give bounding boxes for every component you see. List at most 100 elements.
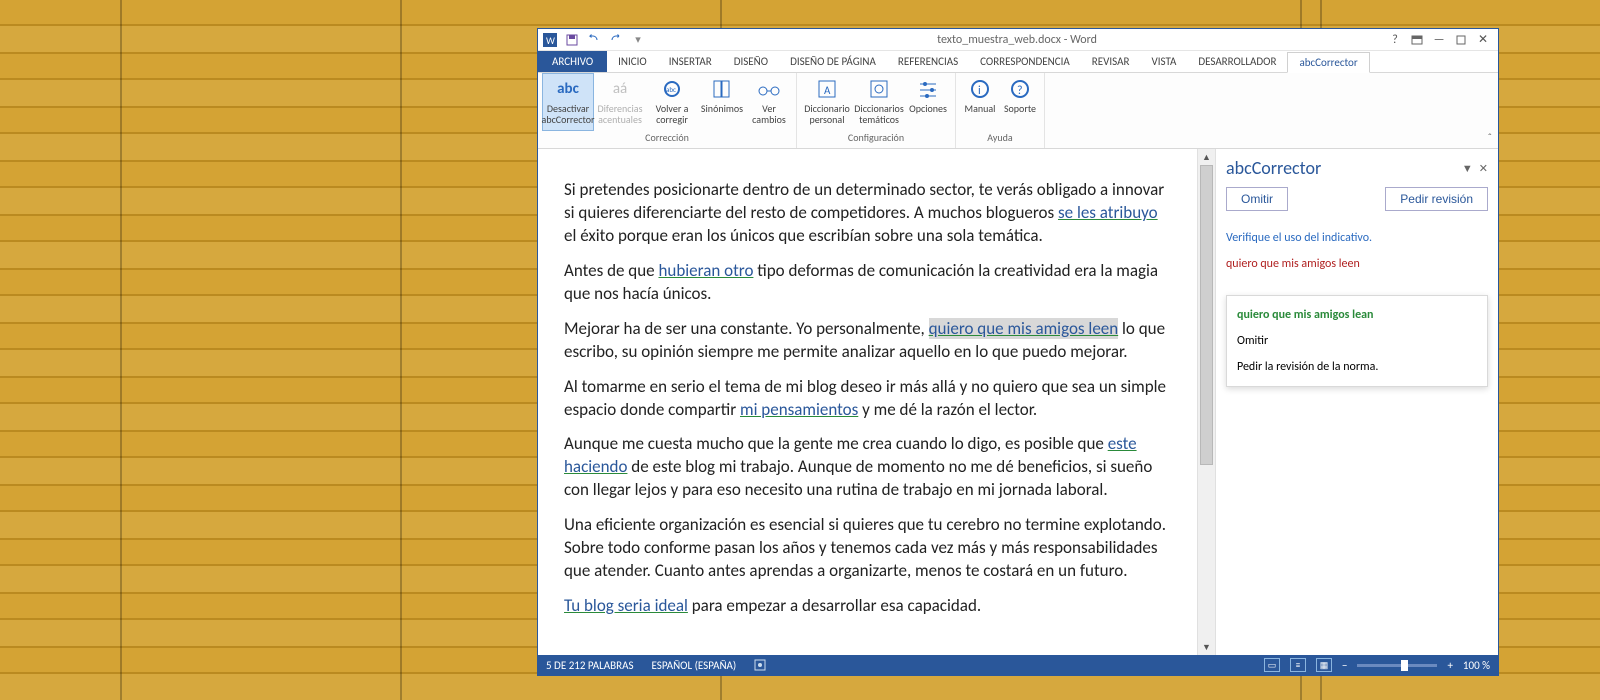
close-icon[interactable]: ✕ — [1476, 33, 1490, 47]
menu-desarrollador[interactable]: DESARROLLADOR — [1187, 51, 1287, 72]
zoom-out-icon[interactable]: − — [1342, 659, 1347, 672]
document-scroll[interactable]: Si pretendes posicionarte dentro de un d… — [538, 149, 1197, 655]
text: Antes de que — [564, 260, 658, 281]
minimize-icon[interactable]: — — [1432, 33, 1446, 47]
zoom-level[interactable]: 100 % — [1463, 659, 1490, 672]
zoom-thumb[interactable] — [1401, 660, 1408, 671]
text: de este blog mi trabajo. Aunque de momen… — [564, 456, 1152, 500]
refresh-icon: abc — [660, 77, 684, 101]
group-label-ayuda: Ayuda — [987, 131, 1012, 146]
menu-bar: ARCHIVO INICIO INSERTAR DISEÑO DISEÑO DE… — [538, 51, 1498, 73]
qat-customize-icon[interactable]: ▾ — [630, 32, 646, 48]
btn-diferencias-acentuales[interactable]: aá Diferencias acentuales — [594, 73, 646, 131]
text: el éxito porque eran los únicos que escr… — [564, 225, 1043, 246]
pane-menu-icon[interactable]: ▼ — [1462, 162, 1473, 175]
maximize-icon[interactable] — [1454, 33, 1468, 47]
help-icon[interactable]: ? — [1388, 33, 1402, 47]
view-web-icon[interactable]: ▦ — [1316, 658, 1332, 672]
svg-text:abc: abc — [666, 85, 676, 94]
btn-label-l1: Soporte — [1004, 103, 1036, 114]
status-bar: 5 DE 212 PALABRAS ESPAÑOL (ESPAÑA) ▭ ≡ ▦… — [538, 655, 1498, 675]
text: para empezar a desarrollar esa capacidad… — [688, 595, 981, 616]
status-language[interactable]: ESPAÑOL (ESPAÑA) — [652, 659, 737, 672]
pane-title: abcCorrector — [1226, 157, 1321, 179]
btn-label-l2: temáticos — [859, 114, 899, 125]
save-icon[interactable] — [564, 32, 580, 48]
scroll-up-icon[interactable]: ▲ — [1198, 149, 1215, 165]
menu-diseno[interactable]: DISEÑO — [723, 51, 779, 72]
btn-volver-corregir[interactable]: abc Volver a corregir — [646, 73, 698, 131]
menu-vista[interactable]: VISTA — [1140, 51, 1187, 72]
menu-request-option[interactable]: Pedir la revisión de la norma. — [1235, 354, 1479, 380]
ribbon-group-ayuda: i Manual ? Soporte Ayuda — [956, 73, 1045, 148]
text: Aunque me cuesta mucho que la gente me c… — [564, 433, 1108, 454]
word-icon: W — [542, 32, 558, 48]
grammar-mark[interactable]: hubieran otro — [658, 260, 753, 281]
btn-label-l1: Sinónimos — [701, 103, 743, 114]
svg-text:W: W — [546, 34, 555, 47]
zoom-in-icon[interactable]: + — [1447, 659, 1452, 672]
grammar-mark-selected[interactable]: quiero que mis amigos leen — [929, 318, 1119, 339]
ribbon-collapse-icon[interactable]: ˆ — [1488, 131, 1492, 144]
ribbon: abc Desactivar abcCorrector aá Diferenci… — [538, 73, 1498, 149]
menu-diseno-pagina[interactable]: DISEÑO DE PÁGINA — [779, 51, 887, 72]
btn-manual[interactable]: i Manual — [960, 73, 1000, 131]
abc-icon: abc — [557, 77, 579, 101]
omit-button[interactable]: Omitir — [1226, 187, 1288, 211]
btn-label-l1: Manual — [965, 103, 996, 114]
menu-referencias[interactable]: REFERENCIAS — [887, 51, 969, 72]
menu-correspondencia[interactable]: CORRESPONDENCIA — [969, 51, 1081, 72]
status-word-count[interactable]: 5 DE 212 PALABRAS — [546, 659, 634, 672]
svg-text:A: A — [824, 84, 831, 97]
btn-label-l2: corregir — [656, 114, 688, 125]
status-macro-icon[interactable] — [754, 659, 766, 672]
view-print-icon[interactable]: ≡ — [1290, 658, 1306, 672]
info-icon: i — [969, 77, 991, 101]
menu-inicio[interactable]: INICIO — [607, 51, 658, 72]
text: y me dé la razón el lector. — [858, 399, 1037, 420]
menu-abccorrector[interactable]: abcCorrector — [1287, 52, 1369, 73]
group-label-config: Configuración — [848, 131, 904, 146]
zoom-slider[interactable] — [1357, 664, 1437, 667]
undo-icon[interactable] — [586, 32, 602, 48]
pane-close-icon[interactable]: ✕ — [1479, 162, 1488, 175]
btn-label-l2: acentuales — [598, 114, 642, 125]
group-label-correccion: Corrección — [645, 131, 689, 146]
btn-diccionarios-tematicos[interactable]: Diccionarios temáticos — [853, 73, 905, 131]
request-review-button[interactable]: Pedir revisión — [1385, 187, 1488, 211]
menu-omit-option[interactable]: Omitir — [1235, 328, 1479, 354]
vertical-scrollbar[interactable]: ▲ ▼ — [1197, 149, 1215, 655]
btn-sinonimos[interactable]: Sinónimos — [698, 73, 746, 131]
title-bar: W ▾ texto_muestra_web.docx - Word ? — ✕ — [538, 29, 1498, 51]
scroll-down-icon[interactable]: ▼ — [1198, 639, 1215, 655]
accent-icon: aá — [613, 77, 627, 101]
redo-icon[interactable] — [608, 32, 624, 48]
btn-opciones[interactable]: Opciones — [905, 73, 951, 131]
grammar-mark[interactable]: Tu blog seria ideal — [564, 595, 688, 616]
btn-label-l2: abcCorrector — [542, 114, 595, 125]
glasses-icon — [756, 77, 782, 101]
grammar-mark[interactable]: mi pensamientos — [740, 399, 858, 420]
btn-diccionario-personal[interactable]: A Diccionario personal — [801, 73, 853, 131]
text: Una eficiente organización es esencial s… — [564, 514, 1171, 583]
menu-file[interactable]: ARCHIVO — [538, 51, 607, 72]
menu-revisar[interactable]: REVISAR — [1081, 51, 1141, 72]
suggestion-option[interactable]: quiero que mis amigos lean — [1235, 302, 1479, 328]
menu-insertar[interactable]: INSERTAR — [658, 51, 723, 72]
svg-text:?: ? — [1017, 84, 1023, 98]
text: Mejorar ha de ser una constante. Yo pers… — [564, 318, 929, 339]
window-title: texto_muestra_web.docx - Word — [646, 33, 1388, 47]
grammar-mark[interactable]: se les atribuyo — [1058, 202, 1158, 223]
btn-label-l2: personal — [809, 114, 844, 125]
document-text[interactable]: Si pretendes posicionarte dentro de un d… — [564, 179, 1171, 618]
ribbon-display-icon[interactable] — [1410, 33, 1424, 47]
view-read-icon[interactable]: ▭ — [1264, 658, 1280, 672]
btn-soporte[interactable]: ? Soporte — [1000, 73, 1040, 131]
btn-desactivar-abccorrector[interactable]: abc Desactivar abcCorrector — [542, 73, 594, 131]
document-area: Si pretendes posicionarte dentro de un d… — [538, 149, 1215, 655]
sliders-icon — [917, 77, 939, 101]
scroll-thumb[interactable] — [1200, 165, 1213, 465]
svg-text:i: i — [978, 84, 981, 98]
btn-ver-cambios[interactable]: Ver cambios — [746, 73, 792, 131]
suggestion-menu: quiero que mis amigos lean Omitir Pedir … — [1226, 295, 1488, 387]
